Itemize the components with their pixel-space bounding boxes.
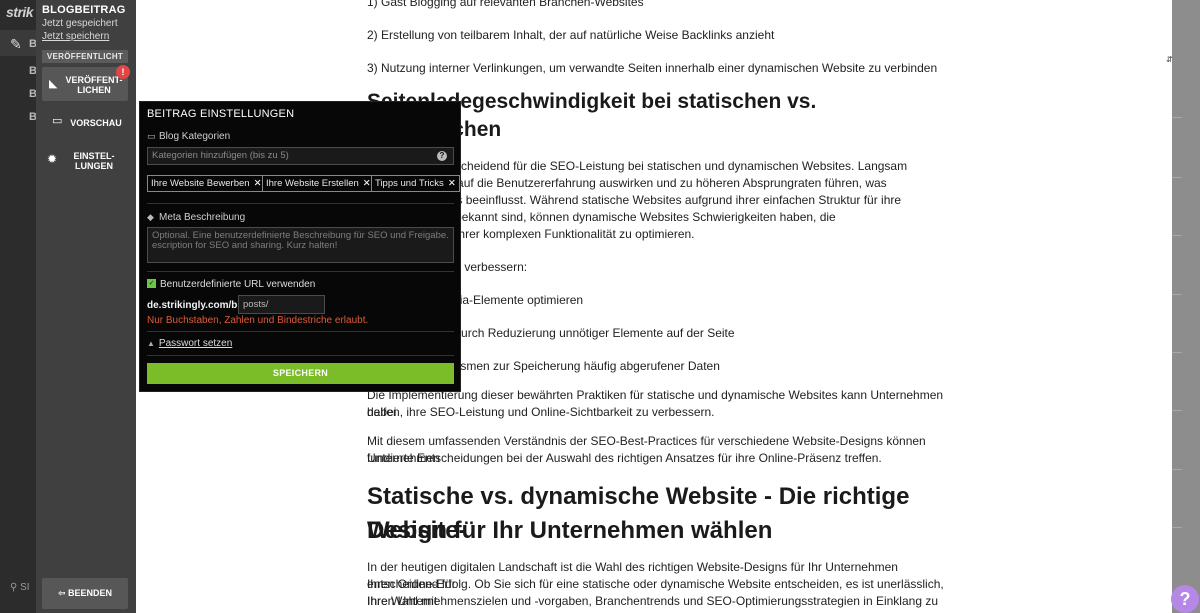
right-background: [1172, 0, 1200, 613]
category-tag-label: Ihre Website Erstellen: [266, 178, 359, 189]
paragraph-line: fundierte Entscheidungen bei der Auswahl…: [367, 451, 882, 465]
divider: [1172, 410, 1182, 411]
category-tag: Tipps und Tricks ✕: [371, 175, 460, 192]
meta-label-text: Meta Beschreibung: [159, 212, 246, 223]
folder-icon: ▭: [147, 131, 156, 141]
custom-url-label: Benutzerdefinierte URL verwenden: [160, 279, 316, 290]
post-settings-popup: BEITRAG EINSTELLUNGEN ▭ Blog Kategorien K…: [139, 101, 461, 392]
list-item: 3) Nutzung interner Verlinkungen, um ver…: [367, 61, 938, 75]
divider: [1172, 527, 1182, 528]
save-button[interactable]: SPEICHERN: [147, 363, 454, 384]
set-password-label: Passwort setzen: [158, 338, 233, 349]
list-item: 2) Erstellung von teilbarem Inhalt, der …: [367, 28, 775, 42]
remove-tag-icon[interactable]: ✕: [254, 178, 262, 189]
blog-editor-panel: BLOGBEITRAG Jetzt gespeichert Jetzt spei…: [36, 0, 136, 613]
search-icon: ⚲: [10, 582, 18, 593]
panel-title: BLOGBEITRAG: [42, 4, 126, 16]
gear-icon: ✹: [47, 152, 58, 166]
custom-url-checkbox[interactable]: ✓: [147, 279, 156, 288]
preview-button[interactable]: ▭ VORSCHAU: [42, 113, 128, 131]
app-rail: strik ✎ B B B B ⚲ SI: [0, 0, 37, 613]
meta-description-input[interactable]: Optional. Eine benutzerdefinierte Beschr…: [147, 227, 454, 263]
divider: [1172, 469, 1182, 470]
divider: [147, 271, 454, 272]
divider: [1172, 294, 1182, 295]
exit-button[interactable]: ⇦ BEENDEN: [42, 578, 128, 609]
list-item: 1) Gast Blogging auf relevanten Branchen…: [367, 0, 644, 9]
section-heading: Design für Ihr Unternehmen wählen: [367, 517, 773, 544]
rail-search-label: SI: [20, 582, 30, 593]
divider: [147, 355, 454, 356]
divider: [1172, 117, 1182, 118]
categories-label-text: Blog Kategorien: [159, 131, 231, 142]
megaphone-icon: ◣: [49, 78, 58, 90]
paragraph-line: helfen, ihre SEO-Leistung und Online-Sic…: [367, 405, 715, 419]
divider: [1172, 352, 1182, 353]
lock-icon: ▲: [147, 339, 155, 348]
help-button[interactable]: ?: [1171, 585, 1199, 613]
divider: [1172, 235, 1182, 236]
url-hint: Nur Buchstaben, Zahlen und Bindestriche …: [147, 315, 369, 326]
edit-pen-icon[interactable]: ✎: [10, 36, 22, 53]
remove-tag-icon[interactable]: ✕: [448, 178, 456, 189]
divider: [147, 203, 454, 204]
settings-label: EINSTEL- LUNGEN: [73, 151, 115, 171]
exit-label: BEENDEN: [68, 588, 113, 598]
set-password-link[interactable]: ▲ Passwort setzen: [147, 338, 232, 349]
sort-arrows-icon[interactable]: ⇵: [1166, 55, 1173, 64]
category-tag: Ihre Website Bewerben ✕: [147, 175, 266, 192]
meta-label: ◆ Meta Beschreibung: [147, 212, 245, 223]
preview-label: VORSCHAU: [70, 118, 122, 128]
published-status-badge: VERÖFFENTLICHT: [42, 50, 128, 63]
category-tag-label: Ihre Website Bewerben: [151, 178, 250, 189]
tag-icon: ◆: [147, 212, 154, 222]
publish-label: VERÖFFENT- LICHEN: [65, 75, 123, 95]
category-tag: Ihre Website Erstellen ✕: [262, 175, 375, 192]
strikingly-logo: strik: [6, 4, 34, 20]
categories-placeholder: Kategorien hinzufügen (bis zu 5): [152, 150, 289, 161]
categories-label: ▭ Blog Kategorien: [147, 131, 230, 142]
paragraph-line: Ihren Unternehmenszielen und -vorgaben, …: [367, 594, 938, 613]
exit-icon: ⇦: [57, 588, 66, 598]
category-tag-label: Tipps und Tricks: [375, 178, 444, 189]
help-question-icon[interactable]: ?: [437, 151, 447, 161]
url-slug-input[interactable]: posts/: [238, 295, 325, 314]
settings-button[interactable]: ✹ EINSTEL- LUNGEN: [42, 148, 128, 174]
monitor-icon: ▭: [52, 115, 63, 127]
categories-input[interactable]: Kategorien hinzufügen (bis zu 5) ?: [147, 147, 454, 165]
save-now-link[interactable]: Jetzt speichern: [42, 31, 109, 42]
divider: [1172, 177, 1182, 178]
rail-search[interactable]: ⚲ SI: [10, 582, 30, 593]
popup-title: BEITRAG EINSTELLUNGEN: [147, 108, 295, 120]
divider: [147, 331, 454, 332]
remove-tag-icon[interactable]: ✕: [363, 178, 371, 189]
alert-badge: !: [116, 65, 130, 79]
save-status: Jetzt gespeichert: [42, 18, 118, 29]
